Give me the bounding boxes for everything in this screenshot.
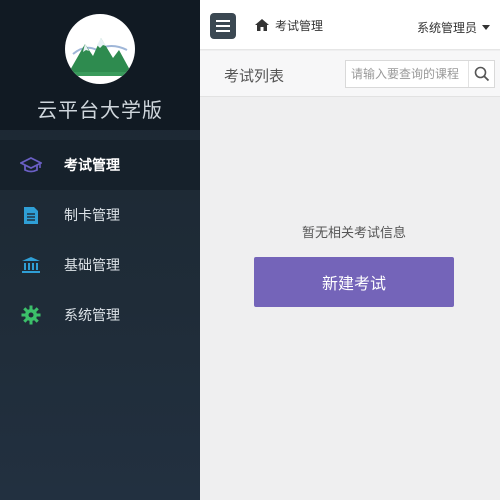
bank-icon — [20, 254, 42, 276]
gear-icon — [20, 304, 42, 326]
search-icon — [474, 66, 489, 82]
new-exam-button[interactable]: 新建考试 — [254, 257, 454, 307]
sidebar-item-exam-management[interactable]: 考试管理 — [0, 140, 200, 190]
sidebar-item-card-management[interactable]: 制卡管理 — [0, 190, 200, 240]
caret-down-icon — [482, 25, 490, 30]
breadcrumb[interactable]: 考试管理 — [275, 17, 323, 34]
brand-area: 云平台大学版 — [0, 0, 200, 130]
user-name: 系统管理员 — [416, 21, 477, 35]
list-header: 考试列表 — [200, 51, 500, 97]
sidebar-item-label: 基础管理 — [64, 258, 120, 274]
home-icon[interactable] — [254, 17, 270, 31]
mountain-logo-icon — [65, 14, 135, 84]
brand-name: 云平台大学版 — [37, 98, 163, 122]
topbar: 考试管理 系统管理员 — [200, 0, 500, 50]
menu-line — [216, 30, 230, 32]
sidebar-item-label: 制卡管理 — [64, 208, 120, 224]
sidebar-item-label: 考试管理 — [64, 158, 120, 174]
graduation-cap-icon — [20, 154, 42, 176]
user-menu[interactable]: 系统管理员 — [417, 19, 490, 36]
hamburger-menu-button[interactable] — [210, 13, 236, 39]
sidebar-item-system-management[interactable]: 系统管理 — [0, 290, 200, 340]
search-input[interactable] — [346, 61, 468, 87]
sidebar: 云平台大学版 考试管理 制卡管理 基础管理 系统管理 — [0, 0, 200, 500]
menu-line — [216, 25, 230, 27]
empty-message: 暂无相关考试信息 — [301, 226, 406, 241]
sidebar-item-label: 系统管理 — [64, 308, 120, 324]
sidebar-item-basic-management[interactable]: 基础管理 — [0, 240, 200, 290]
search-button[interactable] — [468, 61, 494, 87]
menu-line — [216, 20, 230, 22]
page-title: 考试列表 — [224, 67, 285, 85]
search-box — [345, 60, 495, 88]
document-icon — [20, 204, 42, 226]
